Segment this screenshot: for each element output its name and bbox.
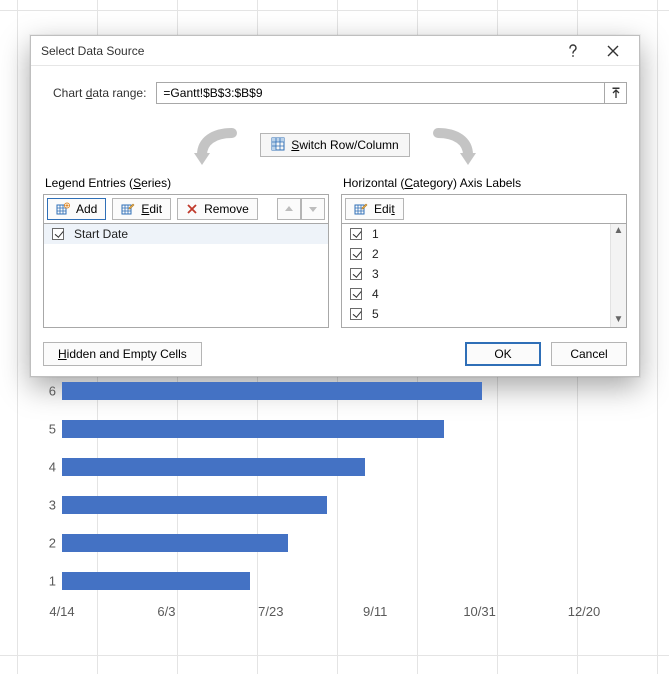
chart-range-label: Chart data range: <box>53 86 146 100</box>
x-tick-label: 4/14 <box>49 604 74 619</box>
series-listbox[interactable]: Start Date <box>43 224 329 328</box>
add-label: Add <box>76 202 97 216</box>
switch-row-column-button[interactable]: Switch Row/Column <box>260 133 409 157</box>
chart-bar <box>62 458 365 476</box>
switch-icon <box>271 137 285 154</box>
scroll-up-icon[interactable]: ▲ <box>614 226 624 236</box>
list-item-label: 2 <box>372 247 379 261</box>
cancel-button[interactable]: Cancel <box>551 342 627 366</box>
list-item[interactable]: 1 <box>342 224 626 244</box>
list-item[interactable]: 2 <box>342 244 626 264</box>
list-item-label: 1 <box>372 227 379 241</box>
list-item-label: 3 <box>372 267 379 281</box>
swap-arrow-right-icon <box>418 127 482 163</box>
checkbox-icon[interactable] <box>52 228 64 240</box>
help-button[interactable] <box>553 37 593 65</box>
range-picker-button[interactable] <box>605 82 627 104</box>
add-icon <box>56 202 70 216</box>
axis-labels-title: Horizontal (Category) Axis Labels <box>343 176 627 190</box>
chart-bar <box>62 496 327 514</box>
scrollbar[interactable]: ▲ ▼ <box>610 224 626 327</box>
edit-icon <box>354 202 368 216</box>
list-item[interactable]: 3 <box>342 264 626 284</box>
y-tick-label: 3 <box>49 498 56 513</box>
close-button[interactable] <box>593 37 633 65</box>
edit-icon <box>121 202 135 216</box>
remove-icon <box>186 203 198 215</box>
chart-bar <box>62 420 444 438</box>
hidden-empty-cells-button[interactable]: Hidden and Empty Cells <box>43 342 202 366</box>
ok-button[interactable]: OK <box>465 342 541 366</box>
move-up-button[interactable] <box>277 198 301 220</box>
switch-row-column-label: Switch Row/Column <box>291 138 398 152</box>
list-item-label: 5 <box>372 307 379 321</box>
y-tick-label: 2 <box>49 536 56 551</box>
x-tick-label: 10/31 <box>463 604 496 619</box>
select-data-source-dialog: Select Data Source Chart data range: <box>30 35 640 377</box>
checkbox-icon[interactable] <box>350 288 362 300</box>
move-down-button[interactable] <box>301 198 325 220</box>
x-tick-label: 6/3 <box>157 604 175 619</box>
edit-series-label: Edit <box>141 202 162 216</box>
chart-range-input[interactable] <box>156 82 605 104</box>
x-tick-label: 7/23 <box>258 604 283 619</box>
y-tick-label: 4 <box>49 460 56 475</box>
edit-series-button[interactable]: Edit <box>112 198 171 220</box>
edit-axis-button[interactable]: Edit <box>345 198 404 220</box>
checkbox-icon[interactable] <box>350 228 362 240</box>
remove-label: Remove <box>204 202 249 216</box>
chart-bar <box>62 382 482 400</box>
add-series-button[interactable]: Add <box>47 198 106 220</box>
axis-toolbar: Edit <box>341 194 627 224</box>
y-tick-label: 5 <box>49 422 56 437</box>
y-tick-label: 6 <box>49 384 56 399</box>
list-item[interactable]: 5 <box>342 304 626 324</box>
legend-entries-title: Legend Entries (Series) <box>45 176 329 190</box>
list-item[interactable]: Start Date <box>44 224 328 244</box>
axis-listbox[interactable]: 1 2 3 4 5 ▲ ▼ <box>341 224 627 328</box>
bar-chart: 6 5 4 3 2 1 4/14 6/3 7/23 9/11 10/31 12/20 <box>32 372 598 636</box>
dialog-titlebar: Select Data Source <box>31 36 639 66</box>
chart-bar <box>62 534 288 552</box>
edit-axis-label: Edit <box>374 202 395 216</box>
remove-series-button[interactable]: Remove <box>177 198 258 220</box>
swap-arrow-left-icon <box>188 127 252 163</box>
list-item-label: 4 <box>372 287 379 301</box>
legend-toolbar: Add Edit Remove <box>43 194 329 224</box>
checkbox-icon[interactable] <box>350 308 362 320</box>
x-tick-label: 12/20 <box>568 604 601 619</box>
y-tick-label: 1 <box>49 574 56 589</box>
dialog-title: Select Data Source <box>41 44 553 58</box>
x-tick-label: 9/11 <box>363 604 387 619</box>
checkbox-icon[interactable] <box>350 248 362 260</box>
list-item[interactable]: 4 <box>342 284 626 304</box>
scroll-down-icon[interactable]: ▼ <box>614 315 624 325</box>
chart-bar <box>62 572 250 590</box>
list-item-label: Start Date <box>74 227 128 241</box>
checkbox-icon[interactable] <box>350 268 362 280</box>
